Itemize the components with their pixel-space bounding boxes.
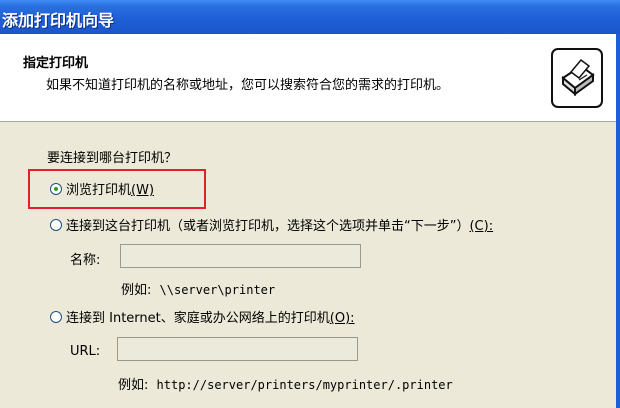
url-example: 例如: http://server/printers/myprinter/.pr…: [118, 374, 453, 393]
window-title: 添加打印机向导: [2, 11, 115, 30]
name-input[interactable]: [120, 244, 361, 268]
header-title: 指定打印机: [23, 56, 89, 71]
option-connect-internet-label: 连接到 Internet、家庭或办公网络上的打印机: [66, 311, 330, 326]
option-connect-this[interactable]: 连接到这台打印机（或者浏览打印机，选择这个选项并单击“下一步”）(C):: [66, 215, 493, 234]
name-label: 名称:: [70, 253, 101, 268]
option-connect-internet-mnemonic: (O):: [329, 311, 355, 326]
radio-connect-internet-printer[interactable]: [50, 311, 62, 323]
question-label: 要连接到哪台打印机？: [47, 151, 178, 166]
url-example-prefix: 例如:: [118, 378, 149, 393]
name-example-value: \\server\printer: [159, 283, 276, 297]
name-example: 例如: \\server\printer: [121, 279, 275, 298]
option-connect-this-label: 连接到这台打印机（或者浏览打印机，选择这个选项并单击“下一步”）: [66, 219, 470, 234]
window-frame-right: [616, 34, 620, 408]
wizard-header: 指定打印机 如果不知道打印机的名称或地址，您可以搜索符合您的需求的打印机。: [0, 34, 616, 122]
header-subtitle: 如果不知道打印机的名称或地址，您可以搜索符合您的需求的打印机。: [46, 78, 450, 93]
printer-icon: [551, 48, 603, 108]
url-label: URL:: [70, 344, 101, 359]
name-example-prefix: 例如:: [121, 283, 152, 298]
title-bar[interactable]: 添加打印机向导: [0, 0, 620, 34]
url-input[interactable]: [117, 337, 358, 361]
option-connect-this-mnemonic: (C):: [469, 219, 494, 234]
red-highlight-box: [28, 169, 206, 209]
url-example-value: http://server/printers/myprinter/.printe…: [156, 378, 453, 392]
radio-connect-this-printer[interactable]: [50, 219, 62, 231]
wizard-content: 要连接到哪台打印机？ 浏览打印机(W) 连接到这台打印机（或者浏览打印机，选择这…: [0, 122, 616, 408]
option-connect-internet[interactable]: 连接到 Internet、家庭或办公网络上的打印机(O):: [66, 307, 355, 326]
